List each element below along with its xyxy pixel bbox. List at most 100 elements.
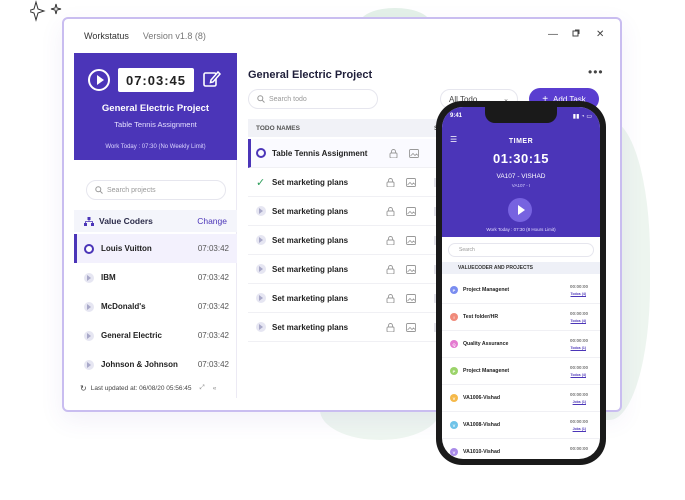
lock-icon[interactable] xyxy=(386,264,395,274)
app-title: Workstatus xyxy=(84,31,129,41)
lock-icon[interactable] xyxy=(386,206,395,216)
stage: Workstatus Version v1.8 (8) — ✕ 07:03:45… xyxy=(0,0,685,500)
edit-icon[interactable] xyxy=(202,69,222,89)
play-icon[interactable] xyxy=(84,272,94,283)
phone-list-item[interactable]: V VA1006-Vishad 00:00:00 Jobs (1) xyxy=(442,385,600,412)
phone-work-today: Work Today : 07:30 (8 Hours Limit) xyxy=(486,227,556,232)
project-search-input[interactable]: Search projects xyxy=(86,180,226,200)
project-time: 07:03:42 xyxy=(197,331,229,340)
phone-list-item[interactable]: Q Quality Assurance 00:00:00 Todos (1) xyxy=(442,331,600,358)
image-icon[interactable] xyxy=(406,264,416,274)
phone-item-link[interactable]: Todos (1) xyxy=(571,346,587,350)
phone-project-list: P Project Managenet 00:00:00 Todos (4)! Test… xyxy=(442,277,600,459)
phone-org-row: VALUECODER AND PROJECTS xyxy=(442,262,600,274)
change-org-link[interactable]: Change xyxy=(197,216,227,226)
sidebar-footer: ↻ Last updated at: 06/08/20 05:56:45 ⤢ « xyxy=(74,379,237,397)
project-time: 07:03:42 xyxy=(197,244,229,253)
todo-search-input[interactable]: Search todo xyxy=(248,89,378,109)
image-icon[interactable] xyxy=(409,148,419,158)
phone-notch xyxy=(485,107,557,123)
project-item[interactable]: IBM 07:03:42 xyxy=(74,263,237,292)
todo-row[interactable]: ✓ Set marketing plans xyxy=(248,168,448,197)
project-item[interactable]: Louis Vuitton 07:03:42 xyxy=(74,234,237,263)
phone-list-item[interactable]: P Project Managenet 00:00:00 Todos (4) xyxy=(442,358,600,385)
collapse-icon[interactable]: « xyxy=(213,385,217,392)
play-icon[interactable] xyxy=(84,301,94,312)
phone-item-time: 00:00:00 xyxy=(569,446,588,451)
phone-list-item[interactable]: ! Test folder/HR 00:00:00 Todos (4) xyxy=(442,304,600,331)
phone-mockup: 9:41 ▮▮ ◔ ▭ ☰ TIMER 01:30:15 VA107 - VIS… xyxy=(436,101,606,465)
project-badge: V xyxy=(450,448,458,456)
play-button[interactable] xyxy=(88,69,110,91)
project-badge: ! xyxy=(450,313,458,321)
play-icon[interactable] xyxy=(84,359,94,370)
more-icon[interactable]: ••• xyxy=(588,65,604,79)
image-icon[interactable] xyxy=(406,322,416,332)
phone-item-link[interactable]: Jobs (1) xyxy=(573,427,586,431)
search-icon xyxy=(95,186,103,194)
phone-list-item[interactable]: V VA1008-Vishad 00:00:00 Jobs (1) xyxy=(442,412,600,439)
project-name: Louis Vuitton xyxy=(101,244,152,253)
refresh-icon[interactable]: ↻ xyxy=(80,384,87,393)
phone-item-link[interactable]: Todos (4) xyxy=(571,373,587,377)
phone-project: VA107 - VISHAD xyxy=(496,173,546,180)
phone-item-time: 00:00:00 xyxy=(569,419,588,424)
phone-item-name: VA1006-Vishad xyxy=(463,395,501,401)
play-icon[interactable] xyxy=(256,293,266,303)
close-icon[interactable]: ✕ xyxy=(596,29,604,40)
todo-row[interactable]: Set marketing plans xyxy=(248,284,448,313)
play-icon[interactable] xyxy=(84,330,94,341)
todo-row[interactable]: Set marketing plans xyxy=(248,255,448,284)
lock-icon[interactable] xyxy=(386,322,395,332)
phone-timer: 01:30:15 xyxy=(492,151,550,166)
phone-item-name: Project Managenet xyxy=(463,368,510,374)
minimize-icon[interactable]: — xyxy=(548,29,558,40)
lock-icon[interactable] xyxy=(389,148,398,158)
lock-icon[interactable] xyxy=(386,235,395,245)
phone-item-link[interactable]: Todos (4) xyxy=(571,292,587,296)
project-item[interactable]: McDonald's 07:03:42 xyxy=(74,292,237,321)
play-icon[interactable] xyxy=(256,235,266,245)
phone-item-time: 00:00:00 xyxy=(569,338,588,343)
project-time: 07:03:42 xyxy=(197,302,229,311)
lock-icon[interactable] xyxy=(386,177,395,187)
phone-search-input[interactable]: Search xyxy=(448,243,594,257)
phone-item-link[interactable]: Jobs (1) xyxy=(573,400,586,404)
record-icon[interactable] xyxy=(256,148,266,158)
project-time: 07:03:42 xyxy=(197,273,229,282)
project-item[interactable]: Johnson & Johnson 07:03:42 xyxy=(74,350,237,379)
image-icon[interactable] xyxy=(406,177,416,187)
check-icon: ✓ xyxy=(256,176,266,189)
phone-play-button[interactable] xyxy=(508,198,532,222)
todo-row[interactable]: Table Tennis Assignment xyxy=(248,139,448,168)
phone-item-name: Quality Assurance xyxy=(463,341,509,347)
todo-list: Table Tennis Assignment ✓ Set marketing pl… xyxy=(248,139,448,342)
image-icon[interactable] xyxy=(406,293,416,303)
page-title: General Electric Project xyxy=(248,69,373,81)
project-item[interactable]: General Electric 07:03:42 xyxy=(74,321,237,350)
project-name: General Electric xyxy=(101,331,162,340)
image-icon[interactable] xyxy=(406,206,416,216)
todo-row[interactable]: Set marketing plans xyxy=(248,197,448,226)
todo-row[interactable]: Set marketing plans xyxy=(248,313,448,342)
phone-list-item[interactable]: V VA1010-Vishad 00:00:00 xyxy=(442,439,600,459)
lock-icon[interactable] xyxy=(386,293,395,303)
play-icon xyxy=(517,205,525,215)
timer-panel: 07:03:45 General Electric Project Table … xyxy=(74,53,237,160)
image-icon[interactable] xyxy=(406,235,416,245)
phone-clock: 9:41 xyxy=(450,113,463,119)
expand-icon[interactable]: ⤢ xyxy=(200,384,205,392)
todo-row[interactable]: Set marketing plans xyxy=(248,226,448,255)
phone-title: TIMER xyxy=(508,138,534,145)
project-badge: V xyxy=(450,421,458,429)
restore-icon[interactable] xyxy=(572,29,580,40)
todo-name: Set marketing plans xyxy=(272,264,349,274)
project-name: IBM xyxy=(101,273,116,282)
phone-item-name: Project Managenet xyxy=(463,287,510,293)
current-project: General Electric Project xyxy=(101,103,210,114)
phone-item-link[interactable]: Todos (4) xyxy=(571,319,587,323)
play-icon[interactable] xyxy=(256,264,266,274)
phone-list-item[interactable]: P Project Managenet 00:00:00 Todos (4) xyxy=(442,277,600,304)
play-icon[interactable] xyxy=(256,206,266,216)
play-icon[interactable] xyxy=(256,322,266,332)
